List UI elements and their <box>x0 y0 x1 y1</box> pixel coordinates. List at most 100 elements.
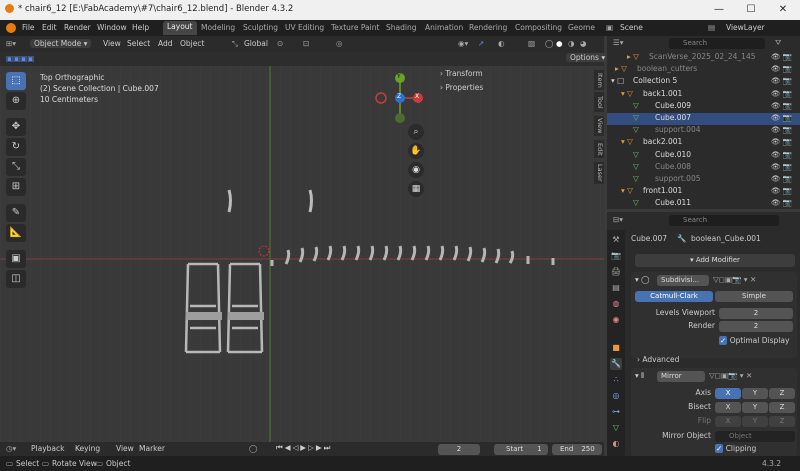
properties-search-input[interactable]: Search <box>669 215 779 226</box>
timeline-view-menu[interactable]: View <box>116 444 134 453</box>
add-modifier-button[interactable]: ▾ Add Modifier <box>635 254 795 267</box>
scene-selector[interactable]: Scene <box>620 23 643 32</box>
mirror-flip-x-toggle[interactable]: X <box>715 416 741 427</box>
mode-selector[interactable]: Object Mode ▾ <box>30 39 92 48</box>
outliner-row[interactable]: ▾ ▽ back2.001 👁 📷 <box>607 137 800 149</box>
outliner-editor-icon[interactable]: ☰▾ <box>613 38 624 47</box>
3d-viewport[interactable]: Top Orthographic (2) Scene Collection | … <box>0 66 604 442</box>
object-tab-icon[interactable]: ■ <box>610 342 622 354</box>
end-frame-field[interactable]: End 250 <box>552 444 602 455</box>
pivot-icon[interactable]: ⊙ <box>277 39 283 48</box>
visibility-toggle-icon[interactable]: 👁 📷 <box>771 76 792 85</box>
mirror-flip-z-toggle[interactable]: Z <box>769 416 795 427</box>
mirror-axis-y-toggle[interactable]: Y <box>742 388 768 399</box>
tab-layout[interactable]: Layout <box>163 21 197 35</box>
playback-controls-icons[interactable]: ⏮◀◁▶▷▶⏭ <box>276 443 332 453</box>
add-object-tool-icon[interactable]: ◫ <box>6 270 26 288</box>
close-window-button[interactable]: ✕ <box>768 1 798 19</box>
advanced-section-header[interactable]: › Advanced <box>637 355 679 364</box>
tab-texture-paint[interactable]: Texture Paint <box>331 23 379 32</box>
timeline-editor-icon[interactable]: ◷▾ <box>6 444 16 453</box>
mirror-name-field[interactable]: Mirror <box>657 371 705 382</box>
menu-render[interactable]: Render <box>64 23 91 32</box>
shading-rendered-icon[interactable]: ◕ <box>580 39 587 48</box>
xray-toggle-icon[interactable]: ▨ <box>528 39 535 48</box>
material-tab-icon[interactable]: ◐ <box>610 438 622 450</box>
visibility-toggle-icon[interactable]: 👁 📷 <box>771 52 792 61</box>
outliner-row[interactable]: ▽ Cube.009 👁 📷 <box>607 101 800 113</box>
tool-tab-icon[interactable]: ⚒ <box>610 234 622 246</box>
timeline-playback-menu[interactable]: Playback <box>31 444 64 453</box>
zoom-icon[interactable]: ⌕ <box>408 124 424 140</box>
outliner-row[interactable]: ▽ Cube.007 👁 📷 <box>607 113 800 125</box>
sidebar-tab-item[interactable]: Item <box>594 70 604 90</box>
render-levels-field[interactable]: 2 <box>719 321 793 332</box>
start-frame-field[interactable]: Start 1 <box>494 444 548 455</box>
visibility-toggle-icon[interactable]: 👁 📷 <box>771 150 792 159</box>
outliner-row[interactable]: ▽ Cube.008 👁 📷 <box>607 162 800 174</box>
options-dropdown[interactable]: Options ▾ <box>566 53 610 62</box>
blender-menu-icon[interactable] <box>6 23 16 33</box>
tab-animation[interactable]: Animation <box>425 23 463 32</box>
perspective-toggle-icon[interactable]: ▦ <box>408 181 424 197</box>
gizmo-toggle-icon[interactable]: ↗ <box>478 39 484 48</box>
properties-panel-header[interactable]: › Properties <box>440 83 483 92</box>
catmull-clark-tab[interactable]: Catmull-Clark <box>635 291 713 302</box>
constraints-tab-icon[interactable]: ⊶ <box>610 406 622 418</box>
viewlayer-selector[interactable]: ViewLayer <box>726 23 765 32</box>
timeline-keying-menu[interactable]: Keying <box>75 444 100 453</box>
minimize-button[interactable]: — <box>704 1 734 19</box>
render-tab-icon[interactable]: 📷 <box>610 250 622 262</box>
view-layer-tab-icon[interactable]: ▤ <box>610 282 622 294</box>
outliner-row[interactable]: ▸ ▽ boolean_cutters 👁 📷 <box>607 64 800 76</box>
levels-viewport-field[interactable]: 2 <box>719 308 793 319</box>
scene-tab-icon[interactable]: ◍ <box>610 298 622 310</box>
outliner-row[interactable]: ▸ ▽ ScanVerse_2025_02_24_145 👁 📷 <box>607 52 800 64</box>
menu-file[interactable]: File <box>22 23 35 32</box>
proportional-edit-icon[interactable]: ◎ <box>336 39 343 48</box>
physics-tab-icon[interactable]: ◎ <box>610 390 622 402</box>
tab-compositing[interactable]: Compositing <box>515 23 562 32</box>
sidebar-tab-view[interactable]: View <box>594 116 604 136</box>
snap-icon[interactable]: ⊡ <box>303 39 309 48</box>
current-frame-field[interactable]: 2 <box>438 444 480 455</box>
menu-help[interactable]: Help <box>132 23 149 32</box>
move-tool-icon[interactable]: ✥ <box>6 118 26 136</box>
mirror-bisect-x-toggle[interactable]: X <box>715 402 741 413</box>
sidebar-tab-laser[interactable]: Laser <box>594 162 604 184</box>
visibility-toggle-icon[interactable]: 👁 📷 <box>771 137 792 146</box>
tab-modeling[interactable]: Modeling <box>201 23 235 32</box>
transform-tool-icon[interactable]: ⊞ <box>6 178 26 196</box>
pan-hand-icon[interactable]: ✋ <box>408 143 424 159</box>
editor-type-icon[interactable]: ⊞▾ <box>6 39 16 48</box>
measure-tool-icon[interactable]: 📐 <box>6 224 26 242</box>
modifier-target-name[interactable]: boolean_Cube.001 <box>691 234 761 243</box>
mirror-flip-y-toggle[interactable]: Y <box>742 416 768 427</box>
world-tab-icon[interactable]: ◉ <box>610 314 622 326</box>
viewport-menu-view[interactable]: View <box>103 39 121 48</box>
mirror-axis-x-toggle[interactable]: X <box>715 388 741 399</box>
output-tab-icon[interactable]: 🖨 <box>610 266 622 278</box>
mirror-toggle-icons[interactable]: ▽◻▣📷 ▾ ✕ <box>709 371 752 380</box>
select-mode-icons[interactable]: ▣▣▣▣ <box>6 54 34 63</box>
object-name-field[interactable]: Cube.007 <box>631 234 667 243</box>
scene-icon[interactable]: ▣ <box>606 23 613 32</box>
sidebar-tab-edit[interactable]: Edit <box>594 140 604 158</box>
mirror-bisect-z-toggle[interactable]: Z <box>769 402 795 413</box>
select-box-tool-icon[interactable]: ⬚ <box>6 72 26 90</box>
properties-editor-icon[interactable]: ⊟▾ <box>613 215 623 224</box>
data-tab-icon[interactable]: ▽ <box>610 422 622 434</box>
mirror-collapse-icon[interactable]: ▾ ⫴ <box>635 371 644 381</box>
subdiv-collapse-icon[interactable]: ▾ ◯ <box>635 275 650 284</box>
shading-solid-icon[interactable]: ● <box>556 39 563 48</box>
shading-wireframe-icon[interactable]: ◯ <box>545 39 553 48</box>
tab-geometry[interactable]: Geome <box>568 23 595 32</box>
outliner-search-input[interactable]: Search <box>669 38 765 49</box>
optimal-display-checkbox[interactable]: ✓ Optimal Display <box>719 336 789 345</box>
visibility-toggle-icon[interactable]: 👁 📷 <box>771 101 792 110</box>
visibility-toggle-icon[interactable]: 👁 📷 <box>771 113 792 122</box>
visibility-toggle-icon[interactable]: 👁 📷 <box>771 64 792 73</box>
outliner-row[interactable]: ▽ support.004 👁 📷 <box>607 125 800 137</box>
outliner-filter-icon[interactable]: ⛛ <box>775 38 781 48</box>
tab-shading[interactable]: Shading <box>386 23 416 32</box>
